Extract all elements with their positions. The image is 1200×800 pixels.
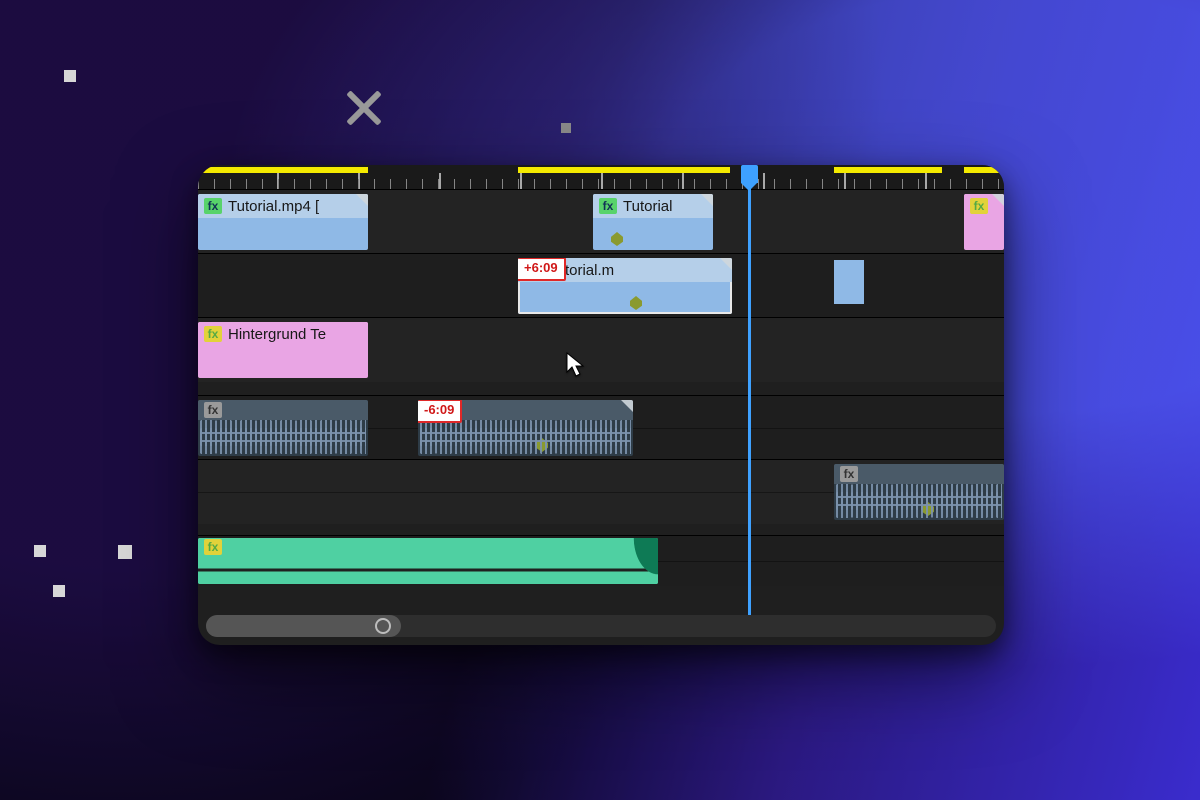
fx-badge-icon[interactable]: fx (204, 402, 222, 418)
track-v3[interactable]: fx Tutorial.mp4 [ fx Tutorial fx (198, 189, 1004, 254)
track-a2[interactable]: fx (198, 459, 1004, 524)
clip-audio[interactable]: fx-6:09 (418, 400, 633, 456)
clip-label: Tutorial.mp4 [ (228, 198, 319, 215)
zoom-handle-icon[interactable] (375, 618, 391, 634)
clip-audio[interactable]: fx (834, 464, 1004, 520)
speck (561, 123, 571, 133)
clip-corner-icon (701, 194, 713, 206)
inout-range[interactable] (198, 167, 368, 173)
fade-handle-icon[interactable] (632, 538, 658, 584)
clip-audio[interactable]: fx (198, 400, 368, 456)
speck (64, 70, 76, 82)
horizontal-scrollbar[interactable] (206, 615, 996, 637)
waveform (200, 428, 366, 454)
clip-video[interactable]: fx Tutorial.mp4 [ (198, 194, 368, 250)
clip-corner-icon (356, 194, 368, 206)
fx-badge-icon[interactable]: fx (204, 326, 222, 342)
clip-video[interactable]: fxTutorial.m+6:09 (518, 258, 732, 314)
clip-graphic[interactable]: fx (964, 194, 1004, 250)
clip-label: Hintergrund Te (228, 326, 326, 343)
fx-badge-icon[interactable]: fx (840, 466, 858, 482)
close-icon (342, 86, 386, 130)
clip-corner-icon (720, 258, 732, 270)
speck (53, 585, 65, 597)
fx-badge-icon[interactable]: fx (970, 198, 988, 214)
timeline-panel: fx Tutorial.mp4 [ fx Tutorial fx fxTutorial.… (198, 165, 1004, 645)
tracks-area: fx Tutorial.mp4 [ fx Tutorial fx fxTutorial.… (198, 189, 1004, 613)
clip-label: Tutorial (623, 198, 672, 215)
track-v2[interactable]: fxTutorial.m+6:09 (198, 253, 1004, 318)
inout-range[interactable] (834, 167, 942, 173)
clip-graphic[interactable]: fx Hintergrund Te (198, 322, 368, 378)
inout-range[interactable] (964, 167, 1004, 173)
keyframe-icon[interactable] (630, 296, 642, 310)
fx-badge-icon[interactable]: fx (204, 198, 222, 214)
inout-range[interactable] (518, 167, 730, 173)
gap-block[interactable] (834, 260, 864, 304)
waveform (836, 492, 1002, 518)
clip-corner-icon (992, 194, 1004, 206)
fx-badge-icon[interactable]: fx (204, 539, 222, 555)
clip-corner-icon (621, 400, 633, 412)
sync-offset-badge: -6:09 (418, 400, 462, 423)
track-a3[interactable]: fx (198, 535, 1004, 586)
clip-video[interactable]: fx Tutorial (593, 194, 713, 250)
sync-offset-badge: +6:09 (518, 258, 566, 281)
waveform (420, 428, 631, 454)
music-body (198, 556, 658, 584)
track-a1[interactable]: fx fx-6:09 (198, 395, 1004, 460)
speck (34, 545, 46, 557)
speck (118, 545, 132, 559)
track-v1[interactable]: fx Hintergrund Te (198, 317, 1004, 382)
clip-music[interactable]: fx (198, 538, 658, 584)
keyframe-icon[interactable] (611, 232, 623, 246)
playhead[interactable] (748, 169, 751, 615)
scrollbar-thumb[interactable] (206, 615, 401, 637)
fx-badge-icon[interactable]: fx (599, 198, 617, 214)
time-ruler[interactable] (198, 165, 1004, 189)
